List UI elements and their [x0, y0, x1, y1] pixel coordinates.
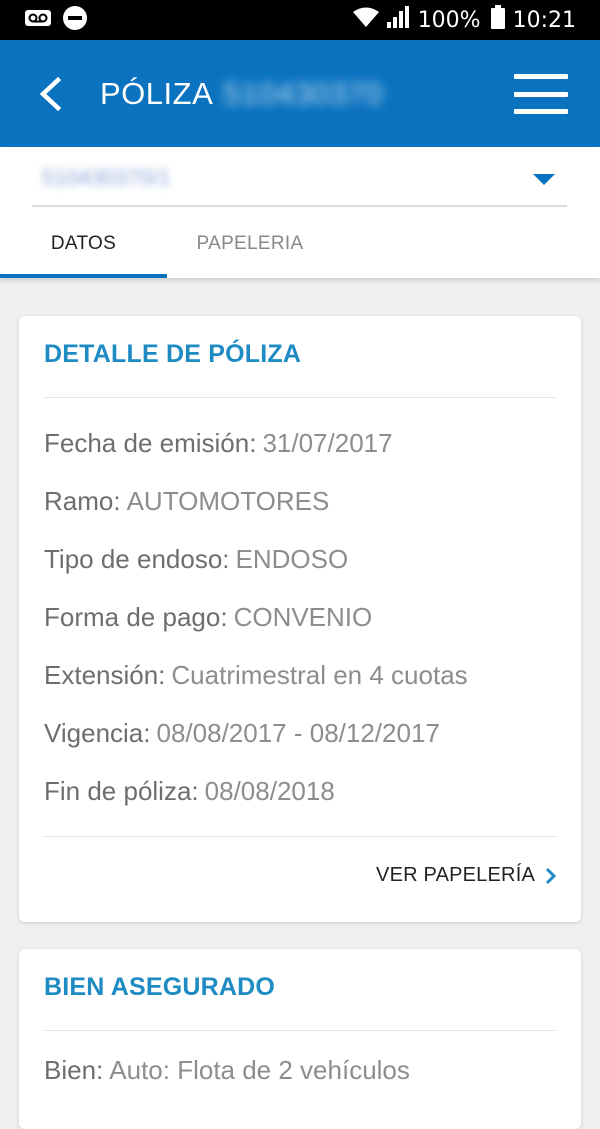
tab-datos[interactable]: DATOS	[0, 209, 167, 278]
ver-papeleria-link[interactable]: VER PAPELERÍA	[376, 864, 557, 887]
detail-row-vigencia: Vigencia: 08/08/2017 - 08/12/2017	[44, 704, 564, 762]
detail-value: Cuatrimestral en 4 cuotas	[171, 660, 468, 690]
policy-number: 510430370	[223, 75, 383, 111]
detail-value: ENDOSO	[235, 544, 349, 574]
status-right-icons: 100% 10:21	[352, 5, 576, 35]
status-bar: 100% 10:21	[0, 0, 600, 40]
detail-label: Extensión:	[44, 660, 166, 690]
chevron-right-icon	[545, 867, 557, 884]
detail-value: Auto: Flota de 2 vehículos	[109, 1055, 410, 1085]
detail-row-extension: Extensión: Cuatrimestral en 4 cuotas	[44, 646, 564, 704]
divider	[44, 397, 556, 398]
detail-label: Bien:	[44, 1055, 104, 1085]
voicemail-icon	[24, 7, 52, 34]
battery-percent: 100%	[417, 7, 481, 33]
menu-button[interactable]	[514, 74, 568, 114]
detail-value: 08/08/2017 - 08/12/2017	[156, 718, 440, 748]
menu-icon-line	[514, 109, 568, 114]
dropdown-arrow-icon	[533, 174, 555, 185]
detail-row-forma-pago: Forma de pago: CONVENIO	[44, 588, 564, 646]
page-title-label: PÓLIZA	[100, 75, 214, 111]
detail-label: Forma de pago:	[44, 602, 228, 632]
page-title: PÓLIZA 510430370	[100, 40, 383, 147]
header-panel: 510430370/1 DATOS PAPELERIA	[0, 147, 600, 278]
back-arrow-icon	[39, 77, 62, 111]
detail-value: 08/08/2018	[204, 776, 335, 806]
policy-detail-card: DETALLE DE PÓLIZA Fecha de emisión: 31/07…	[19, 316, 581, 922]
detail-value: CONVENIO	[233, 602, 373, 632]
policy-detail-title: DETALLE DE PÓLIZA	[44, 340, 302, 368]
signal-icon	[386, 5, 410, 35]
detail-row-fin-poliza: Fin de póliza: 08/08/2018	[44, 762, 564, 820]
menu-icon	[514, 74, 568, 79]
divider	[44, 836, 556, 837]
clock: 10:21	[512, 7, 576, 33]
detail-label: Vigencia:	[44, 718, 151, 748]
do-not-disturb-icon	[62, 5, 88, 36]
insured-asset-list: Bien: Auto: Flota de 2 vehículos	[44, 1041, 564, 1099]
detail-row-bien: Bien: Auto: Flota de 2 vehículos	[44, 1041, 564, 1099]
ver-papeleria-label: VER PAPELERÍA	[376, 864, 535, 886]
back-button[interactable]	[30, 72, 70, 116]
policy-selector-value: 510430370/1	[42, 165, 171, 190]
menu-icon-line	[514, 91, 568, 97]
insured-asset-title: BIEN ASEGURADO	[44, 973, 276, 1001]
detail-label: Ramo:	[44, 486, 121, 516]
wifi-icon	[352, 6, 380, 34]
tab-papeleria[interactable]: PAPELERIA	[167, 209, 333, 278]
detail-label: Fin de póliza:	[44, 776, 199, 806]
detail-value: AUTOMOTORES	[126, 486, 330, 516]
status-left-icons	[24, 5, 88, 36]
detail-row-ramo: Ramo: AUTOMOTORES	[44, 472, 564, 530]
detail-value: 31/07/2017	[262, 428, 393, 458]
detail-row-fecha-emision: Fecha de emisión: 31/07/2017	[44, 414, 564, 472]
insured-asset-card: BIEN ASEGURADO Bien: Auto: Flota de 2 veh…	[19, 949, 581, 1129]
detail-label: Tipo de endoso:	[44, 544, 230, 574]
policy-detail-list: Fecha de emisión: 31/07/2017 Ramo: AUTOMOT…	[44, 414, 564, 820]
divider	[44, 1030, 556, 1031]
app-bar: PÓLIZA 510430370	[0, 40, 600, 147]
tab-bar: DATOS PAPELERIA	[0, 209, 600, 278]
policy-selector[interactable]: 510430370/1	[32, 147, 567, 207]
detail-row-tipo-endoso: Tipo de endoso: ENDOSO	[44, 530, 564, 588]
detail-label: Fecha de emisión:	[44, 428, 257, 458]
battery-icon	[490, 5, 505, 35]
